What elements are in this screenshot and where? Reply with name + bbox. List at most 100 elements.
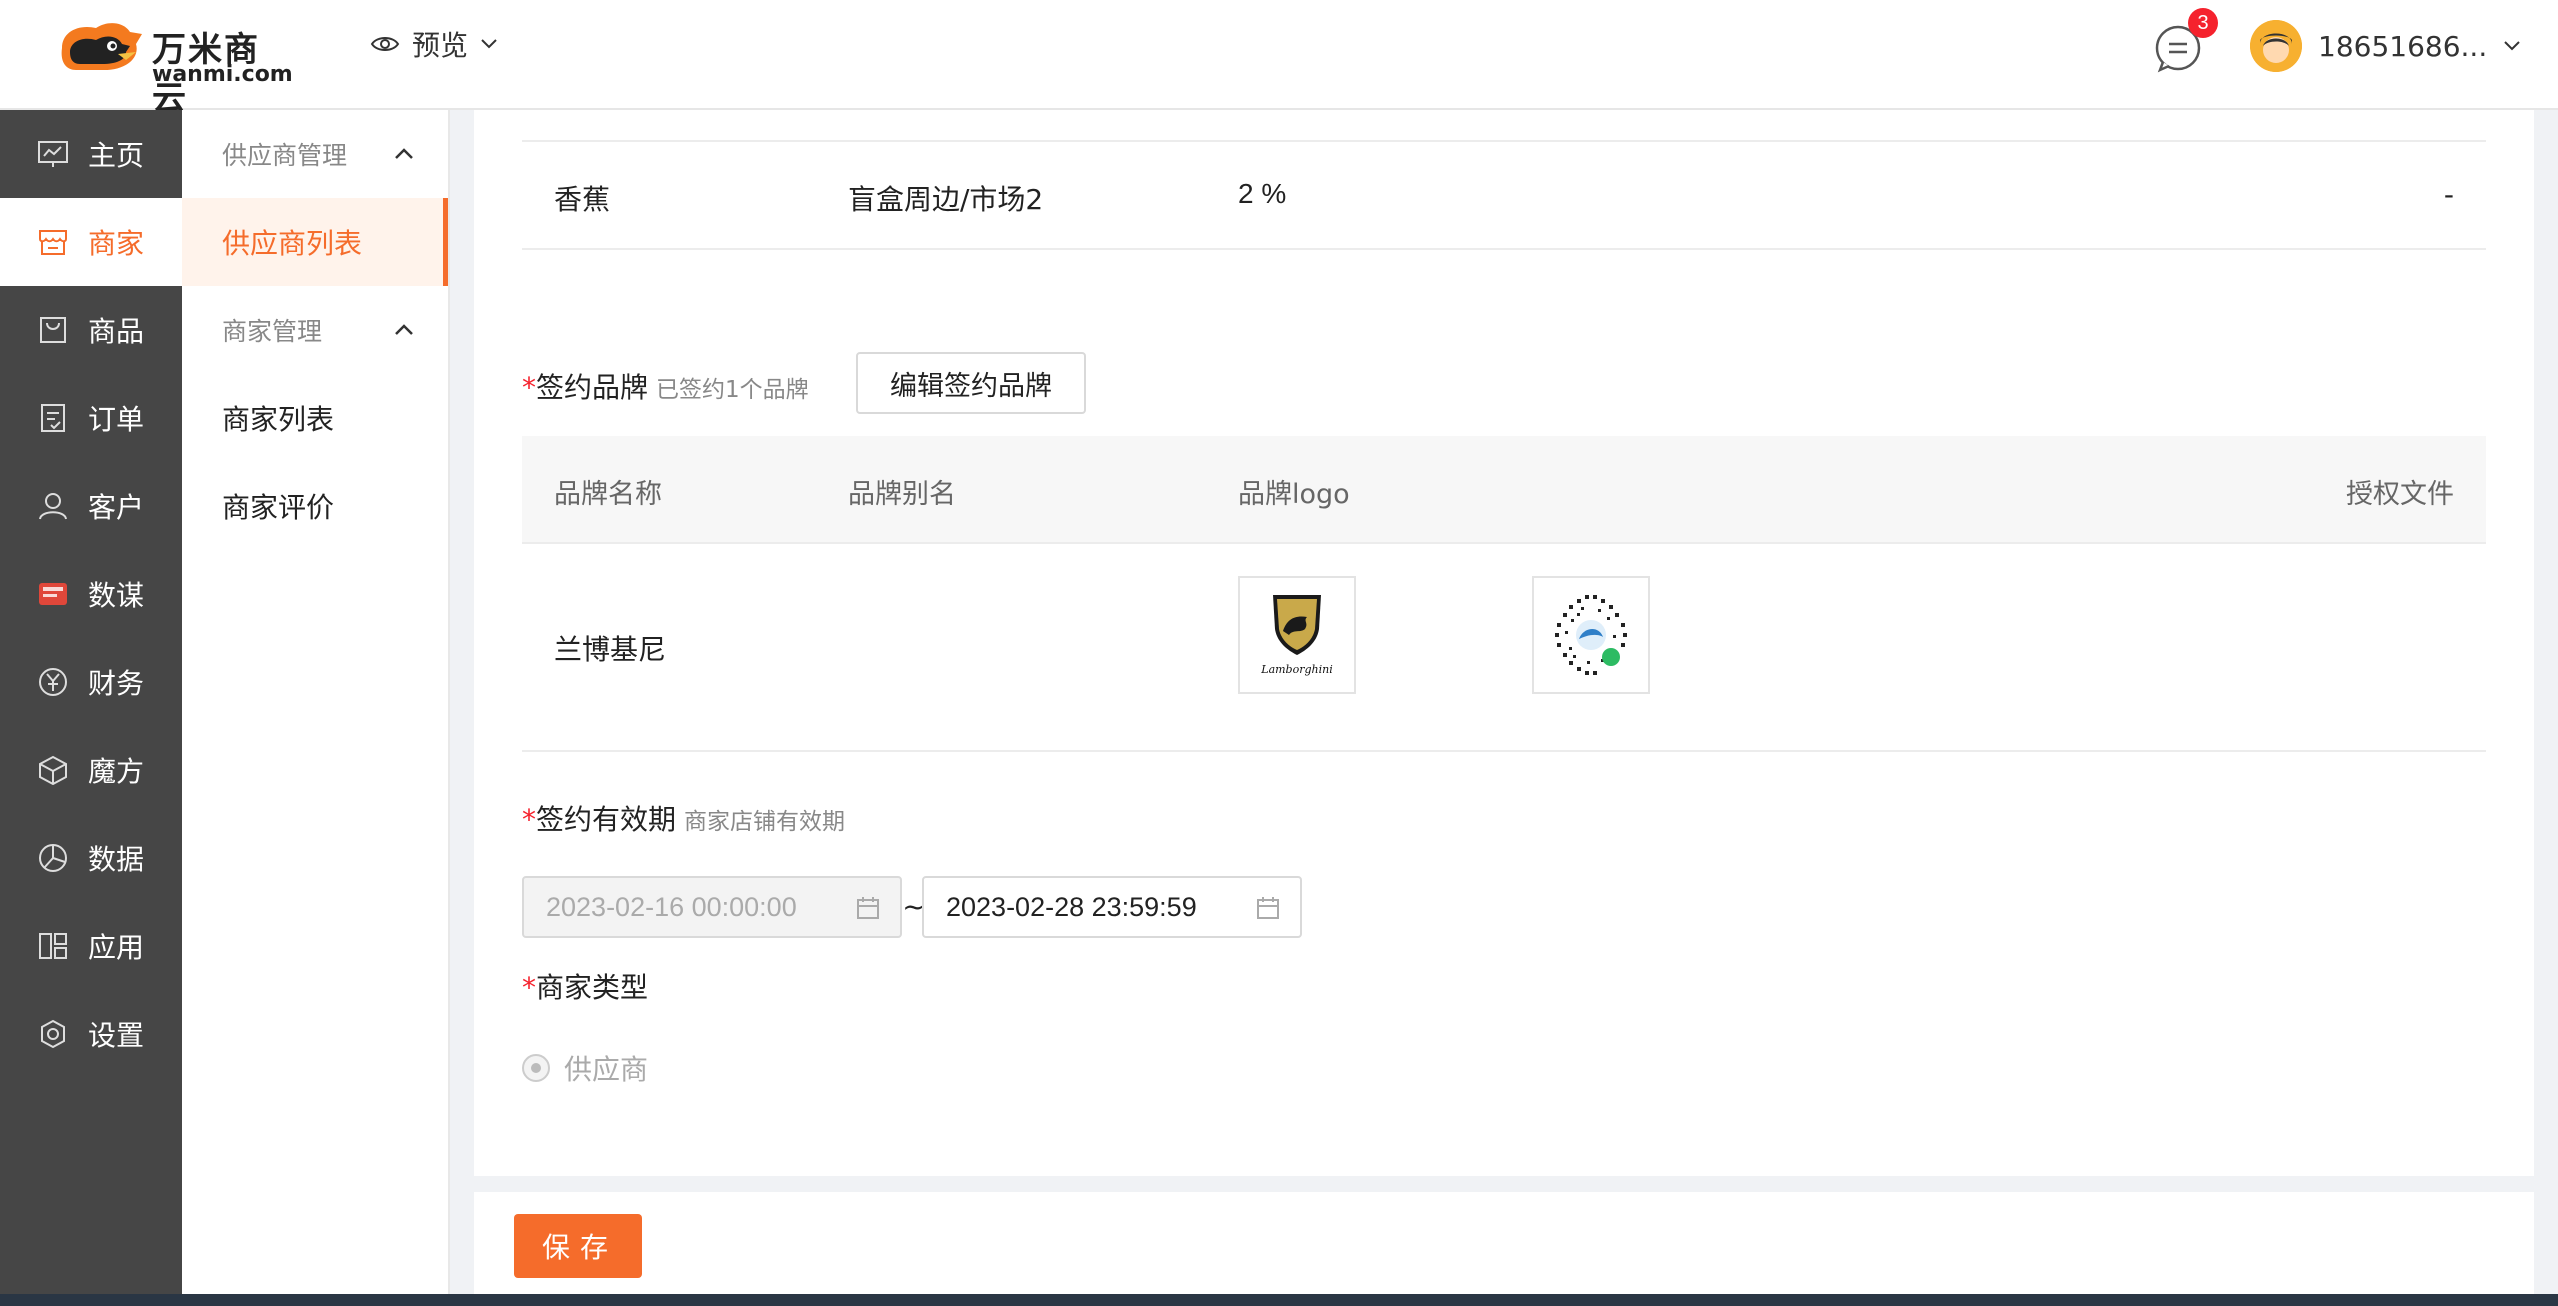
nav-item-label: 客户 xyxy=(88,491,145,524)
table-row: 兰博基尼 Lamborghini xyxy=(522,544,2486,752)
user-menu[interactable]: 18651686... xyxy=(2250,20,2521,72)
bag-icon xyxy=(36,313,70,347)
required-mark: * xyxy=(522,803,536,836)
category-extra: - xyxy=(2443,178,2454,211)
category-path: 盲盒周边/市场2 xyxy=(848,183,1044,216)
merchant-type-label-row: *商家类型 xyxy=(522,966,648,1006)
footer-bar: 保存 xyxy=(474,1192,2534,1294)
user-icon xyxy=(36,489,70,523)
required-mark: * xyxy=(522,971,536,1004)
category-row: 香蕉 盲盒周边/市场2 2 % - xyxy=(522,142,2486,250)
submenu-item-supplier-list[interactable]: 供应商列表 xyxy=(182,198,448,286)
nav-item-label: 财务 xyxy=(88,667,145,700)
logo-subtitle: wanmi.com xyxy=(152,62,293,87)
message-count-badge: 3 xyxy=(2188,8,2218,38)
nav-item-merchant[interactable]: 商家 xyxy=(0,198,182,286)
logo-mark-icon xyxy=(61,23,142,70)
nav-item-mofang[interactable]: 魔方 xyxy=(0,726,182,814)
badge-icon xyxy=(36,577,70,611)
nav-item-label: 主页 xyxy=(88,139,145,172)
main-content: 香蕉 盲盒周边/市场2 2 % - *签约品牌 已签约1个品牌 编辑签约品牌 品牌… xyxy=(474,110,2534,1176)
required-mark: * xyxy=(522,371,536,404)
avatar xyxy=(2250,20,2302,72)
lamborghini-logo-icon: Lamborghini xyxy=(1260,595,1333,676)
submenu-group-label: 供应商管理 xyxy=(222,141,348,170)
nav-item-settings[interactable]: 设置 xyxy=(0,990,182,1078)
edit-brand-button[interactable]: 编辑签约品牌 xyxy=(856,352,1086,414)
submenu-item-merchant-review[interactable]: 商家评价 xyxy=(182,462,448,550)
nav-item-apps[interactable]: 应用 xyxy=(0,902,182,990)
nav-item-label: 应用 xyxy=(88,931,145,964)
column-header: 品牌名称 xyxy=(554,479,662,510)
nav-item-label: 魔方 xyxy=(88,755,145,788)
nav-item-label: 数据 xyxy=(88,843,145,876)
nav-item-data[interactable]: 数据 xyxy=(0,814,182,902)
cube-icon xyxy=(36,753,70,787)
brand-label-row: *签约品牌 已签约1个品牌 xyxy=(522,366,809,406)
nav-item-orders[interactable]: 订单 xyxy=(0,374,182,462)
chevron-down-icon xyxy=(481,39,497,49)
submenu-group-supplier[interactable]: 供应商管理 xyxy=(182,110,448,198)
validity-hint: 商家店铺有效期 xyxy=(684,809,846,835)
yen-icon xyxy=(36,665,70,699)
nav-item-customers[interactable]: 客户 xyxy=(0,462,182,550)
nav-item-finance[interactable]: 财务 xyxy=(0,638,182,726)
nav-item-label: 设置 xyxy=(88,1019,145,1052)
logo-caption: Lamborghini xyxy=(1260,663,1332,676)
eye-icon xyxy=(370,37,400,51)
nav-item-label: 商家 xyxy=(88,227,145,260)
submenu-group-merchant[interactable]: 商家管理 xyxy=(182,286,448,374)
nav-item-shumou[interactable]: 数谋 xyxy=(0,550,182,638)
nav-item-label: 数谋 xyxy=(88,579,145,612)
end-date-input[interactable]: 2023-02-28 23:59:59 xyxy=(922,876,1302,938)
logo[interactable]: 万米商云 wanmi.com xyxy=(56,18,293,119)
brand-label: 签约品牌 xyxy=(536,371,649,404)
dashboard-icon xyxy=(36,137,70,171)
qr-code-icon xyxy=(1555,595,1627,675)
merchant-type-label: 商家类型 xyxy=(536,971,649,1004)
end-date-value: 2023-02-28 23:59:59 xyxy=(946,891,1197,922)
start-date-value: 2023-02-16 00:00:00 xyxy=(546,891,797,922)
brand-name: 兰博基尼 xyxy=(554,633,667,666)
brand-logo-image[interactable]: Lamborghini xyxy=(1238,576,1356,694)
nav-item-goods[interactable]: 商品 xyxy=(0,286,182,374)
preview-label: 预览 xyxy=(412,29,469,62)
submenu-group-label: 商家管理 xyxy=(222,317,323,346)
avatar-face-icon xyxy=(2250,20,2302,72)
top-bar: 万米商云 wanmi.com 预览 3 18651686... xyxy=(0,0,2558,119)
calendar-icon xyxy=(857,897,879,919)
apps-icon xyxy=(36,929,70,963)
main-nav: 主页 商家 商品 订单 客户 数谋 财务 魔方 数据 应用 设置 xyxy=(0,110,182,1306)
submenu-item-merchant-list[interactable]: 商家列表 xyxy=(182,374,448,462)
calendar-icon xyxy=(1257,897,1279,919)
merchant-type-radio[interactable]: 供应商 xyxy=(522,1048,648,1088)
nav-item-home[interactable]: 主页 xyxy=(0,110,182,198)
shop-icon xyxy=(36,225,70,259)
preview-dropdown[interactable]: 预览 xyxy=(370,24,498,64)
chevron-up-icon xyxy=(395,324,413,335)
start-date-input[interactable]: 2023-02-16 00:00:00 xyxy=(522,876,902,938)
nav-item-label: 商品 xyxy=(88,315,145,348)
save-button[interactable]: 保存 xyxy=(514,1214,642,1278)
order-icon xyxy=(36,401,70,435)
user-name: 18651686... xyxy=(2318,29,2488,63)
category-rate: 2 % xyxy=(1238,178,1287,209)
validity-label: 签约有效期 xyxy=(536,803,677,836)
chevron-up-icon xyxy=(395,148,413,159)
authorization-file-image[interactable] xyxy=(1532,576,1650,694)
brand-table-header: 品牌名称 品牌别名 品牌logo 授权文件 xyxy=(522,436,2486,544)
pie-chart-icon xyxy=(36,841,70,875)
column-header: 授权文件 xyxy=(2346,479,2454,510)
chevron-down-icon xyxy=(2504,41,2520,51)
validity-label-row: *签约有效期 商家店铺有效期 xyxy=(522,798,845,838)
merchant-type-option: 供应商 xyxy=(564,1053,649,1086)
category-name: 香蕉 xyxy=(554,183,611,216)
radio-dot xyxy=(522,1054,550,1082)
brand-hint: 已签约1个品牌 xyxy=(656,377,809,403)
column-header: 品牌别名 xyxy=(848,479,956,510)
bottom-strip xyxy=(0,1294,2558,1306)
sub-menu: 供应商管理 供应商列表 商家管理 商家列表 商家评价 xyxy=(182,110,450,1306)
gear-icon xyxy=(36,1017,70,1051)
column-header: 品牌logo xyxy=(1238,479,1350,510)
nav-item-label: 订单 xyxy=(88,403,145,436)
